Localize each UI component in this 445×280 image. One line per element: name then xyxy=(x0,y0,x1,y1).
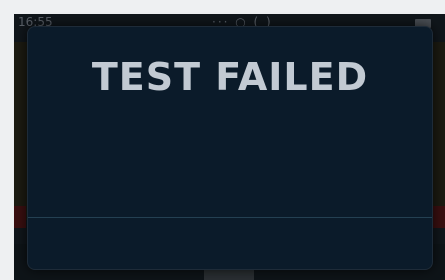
background-close-marker-right xyxy=(433,206,445,228)
test-result-dialog: TEST FAILED xyxy=(27,26,433,270)
dialog-footer[interactable] xyxy=(28,218,432,270)
background-close-marker-left xyxy=(14,206,26,228)
dialog-title: TEST FAILED xyxy=(91,55,369,99)
